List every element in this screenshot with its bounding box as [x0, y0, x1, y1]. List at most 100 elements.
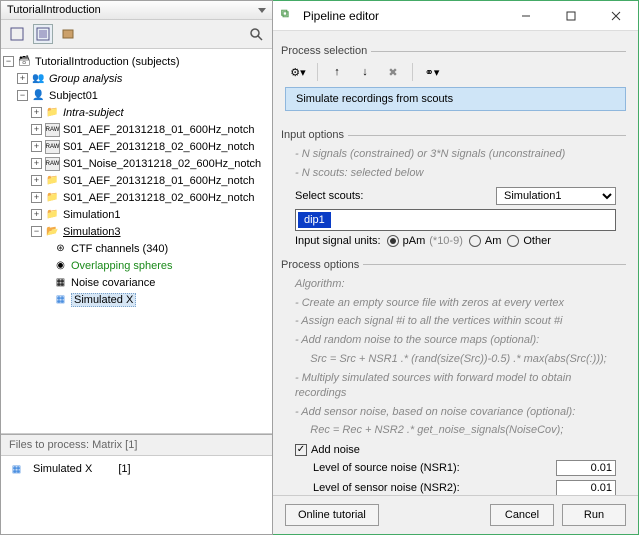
tree-simulation3[interactable]: −📂Simulation3: [3, 223, 270, 240]
scout-set-select[interactable]: Simulation1: [496, 187, 616, 205]
expand-icon[interactable]: +: [31, 175, 42, 186]
scout-list[interactable]: dip1: [295, 209, 616, 231]
process-selection-section: Process selection ⚙▾ ↑ ↓ ✖ ⚭▾ Simulate r…: [285, 45, 626, 121]
tree-raw-item[interactable]: +RAWS01_AEF_20131218_02_600Hz_notch: [3, 138, 270, 155]
file-row-count: [1]: [118, 463, 130, 475]
folder-icon: 📁: [45, 208, 60, 222]
maximize-button[interactable]: [548, 1, 593, 30]
algo-title: Algorithm:: [285, 275, 626, 294]
toolbar-view1-button[interactable]: [7, 24, 27, 44]
tree-folder-item[interactable]: +📁S01_AEF_20131218_01_600Hz_notch: [3, 172, 270, 189]
tree-simulated-x[interactable]: ▦Simulated X: [3, 291, 270, 308]
chevron-down-icon[interactable]: [258, 8, 266, 13]
unit-other-radio[interactable]: Other: [507, 235, 551, 247]
tree-subject01[interactable]: − 👤 Subject01: [3, 87, 270, 104]
algo-line: Rec = Rec + NSR2 .* get_noise_signals(No…: [285, 421, 626, 440]
unit-am-radio[interactable]: Am: [469, 235, 502, 247]
nsr2-input[interactable]: [556, 480, 616, 495]
run-button[interactable]: Run: [562, 504, 626, 526]
scout-item[interactable]: dip1: [298, 212, 331, 228]
nsr1-input[interactable]: [556, 460, 616, 476]
selected-process-label: Simulate recordings from scouts: [296, 93, 453, 105]
cancel-button[interactable]: Cancel: [490, 504, 554, 526]
tree-group-analysis[interactable]: + 👥 Group analysis: [3, 70, 270, 87]
file-row[interactable]: ▦ Simulated X [1]: [9, 462, 264, 476]
section-title: Process selection: [281, 45, 371, 57]
nsr2-label: Level of sensor noise (NSR2):: [313, 482, 460, 494]
tree-ctf-channels[interactable]: ⊛CTF channels (340): [3, 240, 270, 257]
add-noise-checkbox[interactable]: Add noise: [295, 444, 360, 456]
collapse-icon[interactable]: −: [3, 56, 14, 67]
algo-line: - Add sensor noise, based on noise covar…: [285, 403, 626, 422]
tree-root[interactable]: − 🗃 TutorialIntroduction (subjects): [3, 53, 270, 70]
dialog-title: Pipeline editor: [303, 9, 379, 23]
tree-intra-subject[interactable]: + 📁 Intra-subject: [3, 104, 270, 121]
units-row: Input signal units: pAm (*10-9) Am Other: [295, 235, 616, 247]
input-hint: - N signals (constrained) or 3*N signals…: [285, 145, 626, 164]
dialog-titlebar[interactable]: ⧉ Pipeline editor: [273, 1, 638, 31]
algo-line: - Assign each signal #i to all the verti…: [285, 312, 626, 331]
expand-icon[interactable]: +: [17, 73, 28, 84]
files-to-process-panel: Files to process: Matrix [1] ▦ Simulated…: [1, 434, 272, 534]
online-tutorial-button[interactable]: Online tutorial: [285, 504, 379, 526]
toolbar-view2-button[interactable]: [33, 24, 53, 44]
checkbox-icon: [295, 444, 307, 456]
noisecov-icon: ▦: [53, 276, 68, 290]
left-panel-title: TutorialIntroduction: [7, 4, 101, 16]
collapse-icon[interactable]: −: [17, 90, 28, 101]
expand-icon[interactable]: +: [31, 209, 42, 220]
raw-icon: RAW: [45, 123, 60, 137]
close-button[interactable]: [593, 1, 638, 30]
gear-icon[interactable]: ⚙▾: [289, 63, 307, 81]
expand-icon[interactable]: +: [31, 158, 42, 169]
raw-icon: RAW: [45, 140, 60, 154]
matrix-icon: ▦: [9, 462, 24, 476]
selected-process[interactable]: Simulate recordings from scouts: [285, 87, 626, 111]
algo-line: Src = Src + NSR1 .* (rand(size(Src))-0.5…: [285, 350, 626, 369]
tree-icon[interactable]: ⚭▾: [423, 63, 441, 81]
tree-simulation1[interactable]: +📁Simulation1: [3, 206, 270, 223]
files-to-process-header: Files to process: Matrix [1]: [1, 435, 272, 456]
process-toolbar: ⚙▾ ↑ ↓ ✖ ⚭▾: [285, 61, 626, 83]
database-icon: 🗃: [17, 55, 32, 69]
left-panel: TutorialIntroduction − 🗃 TutorialIntrodu…: [0, 0, 273, 535]
input-hint: - N scouts: selected below: [285, 164, 626, 183]
tree-root-label: TutorialIntroduction (subjects): [35, 56, 180, 68]
arrow-up-icon[interactable]: ↑: [328, 63, 346, 81]
collapse-icon[interactable]: −: [31, 226, 42, 237]
expand-icon[interactable]: +: [31, 107, 42, 118]
headmodel-icon: ◉: [53, 259, 68, 273]
arrow-down-icon[interactable]: ↓: [356, 63, 374, 81]
raw-icon: RAW: [45, 157, 60, 171]
group-icon: 👥: [31, 72, 46, 86]
subject-icon: 👤: [31, 89, 46, 103]
dialog-button-bar: Online tutorial Cancel Run: [273, 495, 638, 534]
folder-icon: 📁: [45, 106, 60, 120]
tree-overlapping-spheres[interactable]: ◉Overlapping spheres: [3, 257, 270, 274]
tree-folder-item[interactable]: +📁S01_AEF_20131218_02_600Hz_notch: [3, 189, 270, 206]
input-options-section: Input options - N signals (constrained) …: [285, 129, 626, 251]
pipeline-editor-dialog: ⧉ Pipeline editor Process selection ⚙▾ ↑…: [273, 0, 639, 535]
tree-raw-item[interactable]: +RAWS01_AEF_20131218_01_600Hz_notch: [3, 121, 270, 138]
files-to-process-list[interactable]: ▦ Simulated X [1]: [1, 456, 272, 534]
app-icon: ⧉: [281, 8, 297, 24]
expand-icon[interactable]: +: [31, 192, 42, 203]
folder-icon: 📁: [45, 174, 60, 188]
database-tree[interactable]: − 🗃 TutorialIntroduction (subjects) + 👥 …: [1, 49, 272, 434]
file-row-name: Simulated X: [33, 463, 92, 475]
tree-raw-item[interactable]: +RAWS01_Noise_20131218_02_600Hz_notch: [3, 155, 270, 172]
expand-icon[interactable]: +: [31, 124, 42, 135]
left-toolbar: [1, 20, 272, 49]
unit-pam-radio[interactable]: pAm (*10-9): [387, 235, 463, 247]
algo-line: - Multiply simulated sources with forwar…: [285, 369, 626, 403]
expand-icon[interactable]: +: [31, 141, 42, 152]
minimize-button[interactable]: [503, 1, 548, 30]
tree-noise-covariance[interactable]: ▦Noise covariance: [3, 274, 270, 291]
section-title: Input options: [281, 129, 348, 141]
delete-icon[interactable]: ✖: [384, 63, 402, 81]
folder-open-icon: 📂: [45, 225, 60, 239]
folder-icon: 📁: [45, 191, 60, 205]
toolbar-view3-button[interactable]: [59, 24, 79, 44]
matrix-icon: ▦: [53, 293, 68, 307]
search-icon[interactable]: [246, 24, 266, 44]
